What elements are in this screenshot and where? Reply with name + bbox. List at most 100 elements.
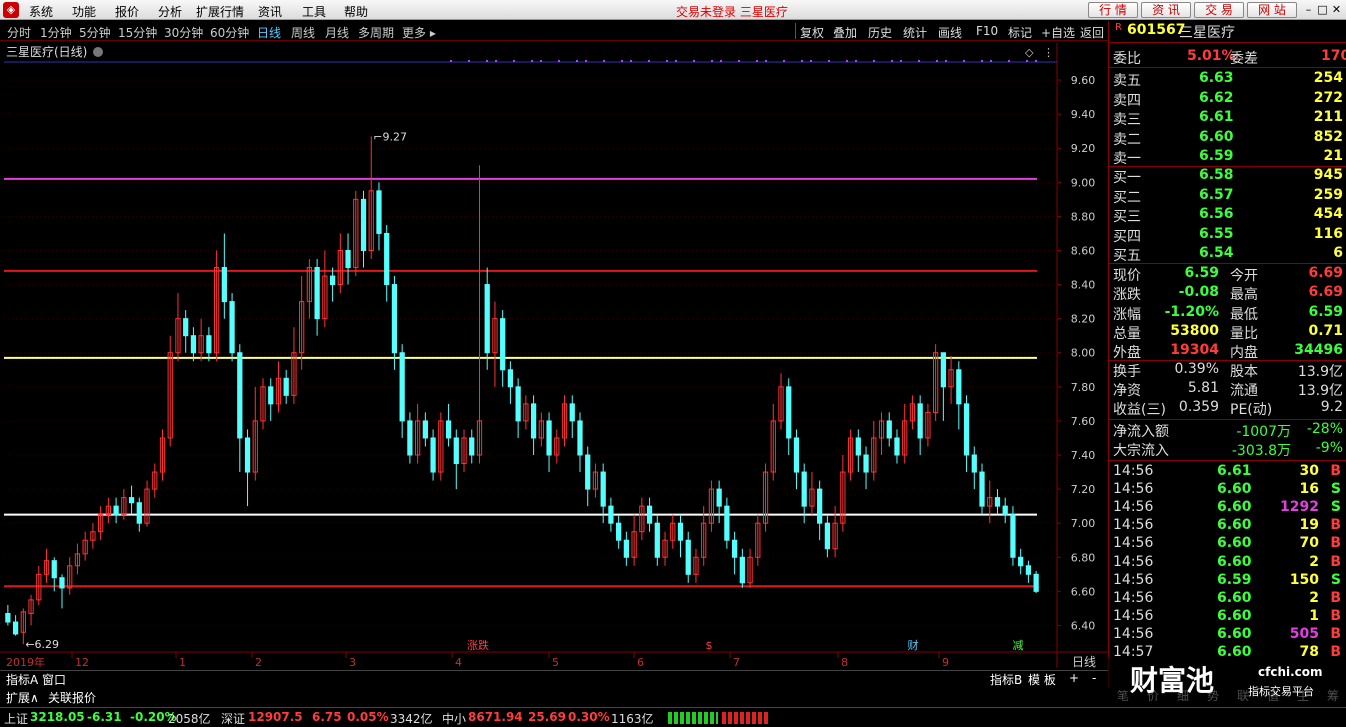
menu-system[interactable]: 系统 [29, 3, 53, 20]
period-more[interactable]: 更多 ▸ [402, 24, 436, 41]
fund-label: 股本 [1230, 364, 1258, 380]
adjust-button[interactable]: 复权 [800, 24, 824, 41]
stat-value: 34496 [1294, 342, 1343, 359]
window-title: 交易未登录 三星医疗 [676, 5, 788, 19]
signal-dot [513, 60, 515, 62]
minimize-icon[interactable]: – [1302, 3, 1315, 16]
index-name[interactable]: 上证 [4, 710, 28, 727]
tab-website[interactable]: 网 站 [1247, 2, 1297, 18]
tick-side: B [1330, 517, 1341, 534]
plus-icon[interactable]: + [1069, 671, 1079, 685]
period-daily[interactable]: 日线 [257, 24, 281, 41]
candle-body [515, 386, 521, 422]
indicator-tabs: 指标A 窗口 指标B 模 板 + - [0, 670, 1108, 687]
period-monthly[interactable]: 月线 [325, 24, 349, 41]
period-tick[interactable]: 分时 [7, 24, 31, 41]
rights-badge: R [1115, 22, 1122, 33]
bid-price: 6.54 [1199, 245, 1234, 261]
tick-time: 14:56 [1113, 499, 1154, 516]
event-marker: 减 [1013, 639, 1024, 652]
candle-body [422, 420, 428, 439]
tick-time: 14:56 [1113, 607, 1154, 624]
index-pct: 0.30% [568, 710, 610, 724]
menu-quotes[interactable]: 报价 [115, 3, 139, 20]
close-icon[interactable]: ✕ [1330, 3, 1343, 16]
candle-body [51, 560, 57, 579]
tick-time: 14:56 [1113, 535, 1154, 552]
related-quotes-tab[interactable]: 关联报价 [48, 689, 96, 706]
indicator-b-label[interactable]: 指标B [990, 671, 1022, 688]
tick-side: S [1330, 499, 1341, 516]
ask-volume: 21 [1323, 148, 1343, 164]
period-weekly[interactable]: 周线 [291, 24, 315, 41]
history-button[interactable]: 历史 [868, 24, 892, 41]
menu-analysis[interactable]: 分析 [158, 3, 182, 20]
menu-news[interactable]: 资讯 [258, 3, 282, 20]
menu-function[interactable]: 功能 [72, 3, 96, 20]
maximize-icon[interactable]: □ [1316, 3, 1329, 16]
signal-dot [801, 60, 803, 62]
period-5min[interactable]: 5分钟 [79, 24, 111, 41]
tick-price: 6.60 [1217, 607, 1252, 624]
draw-button[interactable]: 画线 [938, 24, 962, 41]
indicator-a-label[interactable]: 指标A [6, 671, 38, 688]
tick-time: 14:56 [1113, 517, 1154, 534]
ask-price: 6.60 [1199, 128, 1234, 145]
candle-body [824, 522, 831, 550]
bid-label: 买五 [1113, 248, 1141, 264]
stat-value: 6.69 [1308, 265, 1343, 281]
candle-body [724, 505, 730, 541]
index-name[interactable]: 中小 [442, 710, 466, 727]
mark-button[interactable]: 标记 [1008, 24, 1032, 41]
candle-body [12, 621, 19, 635]
kline-chart[interactable]: 三星医疗(日线) ◇ ⋮ 9.60 9.40 9.20 9.00 8.80 8.60 8.40 8.… [0, 43, 1108, 688]
tick-side: B [1330, 625, 1341, 642]
window-label[interactable]: 窗口 [42, 671, 66, 688]
more-icon: ⋮ [1043, 46, 1054, 59]
overlay-button[interactable]: 叠加 [833, 24, 857, 41]
stats-button[interactable]: 统计 [903, 24, 927, 41]
candle-body [801, 471, 807, 507]
tick-side: B [1330, 553, 1341, 570]
menu-help[interactable]: 帮助 [344, 3, 368, 20]
period-30min[interactable]: 30分钟 [164, 24, 203, 41]
signal-dot [666, 60, 668, 62]
ask-row: 卖三 6.61 211 [1109, 109, 1346, 128]
signal-dot [720, 60, 722, 62]
tab-trade[interactable]: 交 易 [1194, 2, 1244, 18]
ask-row: 卖四 6.62 272 [1109, 90, 1346, 109]
candle-body [5, 613, 11, 623]
stat-row: 外盘 19304 内盘 34496 [1109, 342, 1346, 361]
back-button[interactable]: 返回 [1080, 24, 1104, 41]
event-marker: $ [706, 639, 713, 652]
signal-dot [738, 60, 740, 62]
y-tick-label: 9.20 [1071, 142, 1096, 155]
add-watchlist-button[interactable]: +自选 [1041, 24, 1075, 41]
period-1min[interactable]: 1分钟 [40, 24, 72, 41]
template-label[interactable]: 模 板 [1028, 671, 1056, 688]
divider [1109, 263, 1346, 264]
expand-tab[interactable]: 扩展∧ [6, 689, 39, 706]
candle-body [469, 437, 475, 456]
period-60min[interactable]: 60分钟 [210, 24, 249, 41]
menu-extended[interactable]: 扩展行情 [196, 3, 244, 20]
minus-icon[interactable]: - [1092, 671, 1096, 685]
candle-body [994, 497, 1001, 507]
period-multi[interactable]: 多周期 [358, 24, 394, 41]
index-name[interactable]: 深证 [221, 710, 245, 727]
f10-button[interactable]: F10 [976, 24, 998, 38]
period-15min[interactable]: 15分钟 [118, 24, 157, 41]
tab-quotes[interactable]: 行 情 [1088, 2, 1138, 18]
menu-tools[interactable]: 工具 [302, 3, 326, 20]
ask-volume: 254 [1313, 70, 1343, 86]
stat-label: 涨跌 [1113, 287, 1141, 304]
bid-row: 买一 6.58 945 [1109, 167, 1346, 186]
tick-row: 14:56 6.59 150 S [1109, 572, 1346, 591]
candle-body [407, 420, 413, 456]
watermark-site: cfchi.com [1258, 665, 1323, 679]
tab-news[interactable]: 资 讯 [1141, 2, 1191, 18]
candle-body [585, 454, 591, 490]
fund-value: 13.9亿 [1297, 383, 1343, 399]
bid-row: 买五 6.54 6 [1109, 245, 1346, 264]
candle-body [206, 335, 212, 354]
